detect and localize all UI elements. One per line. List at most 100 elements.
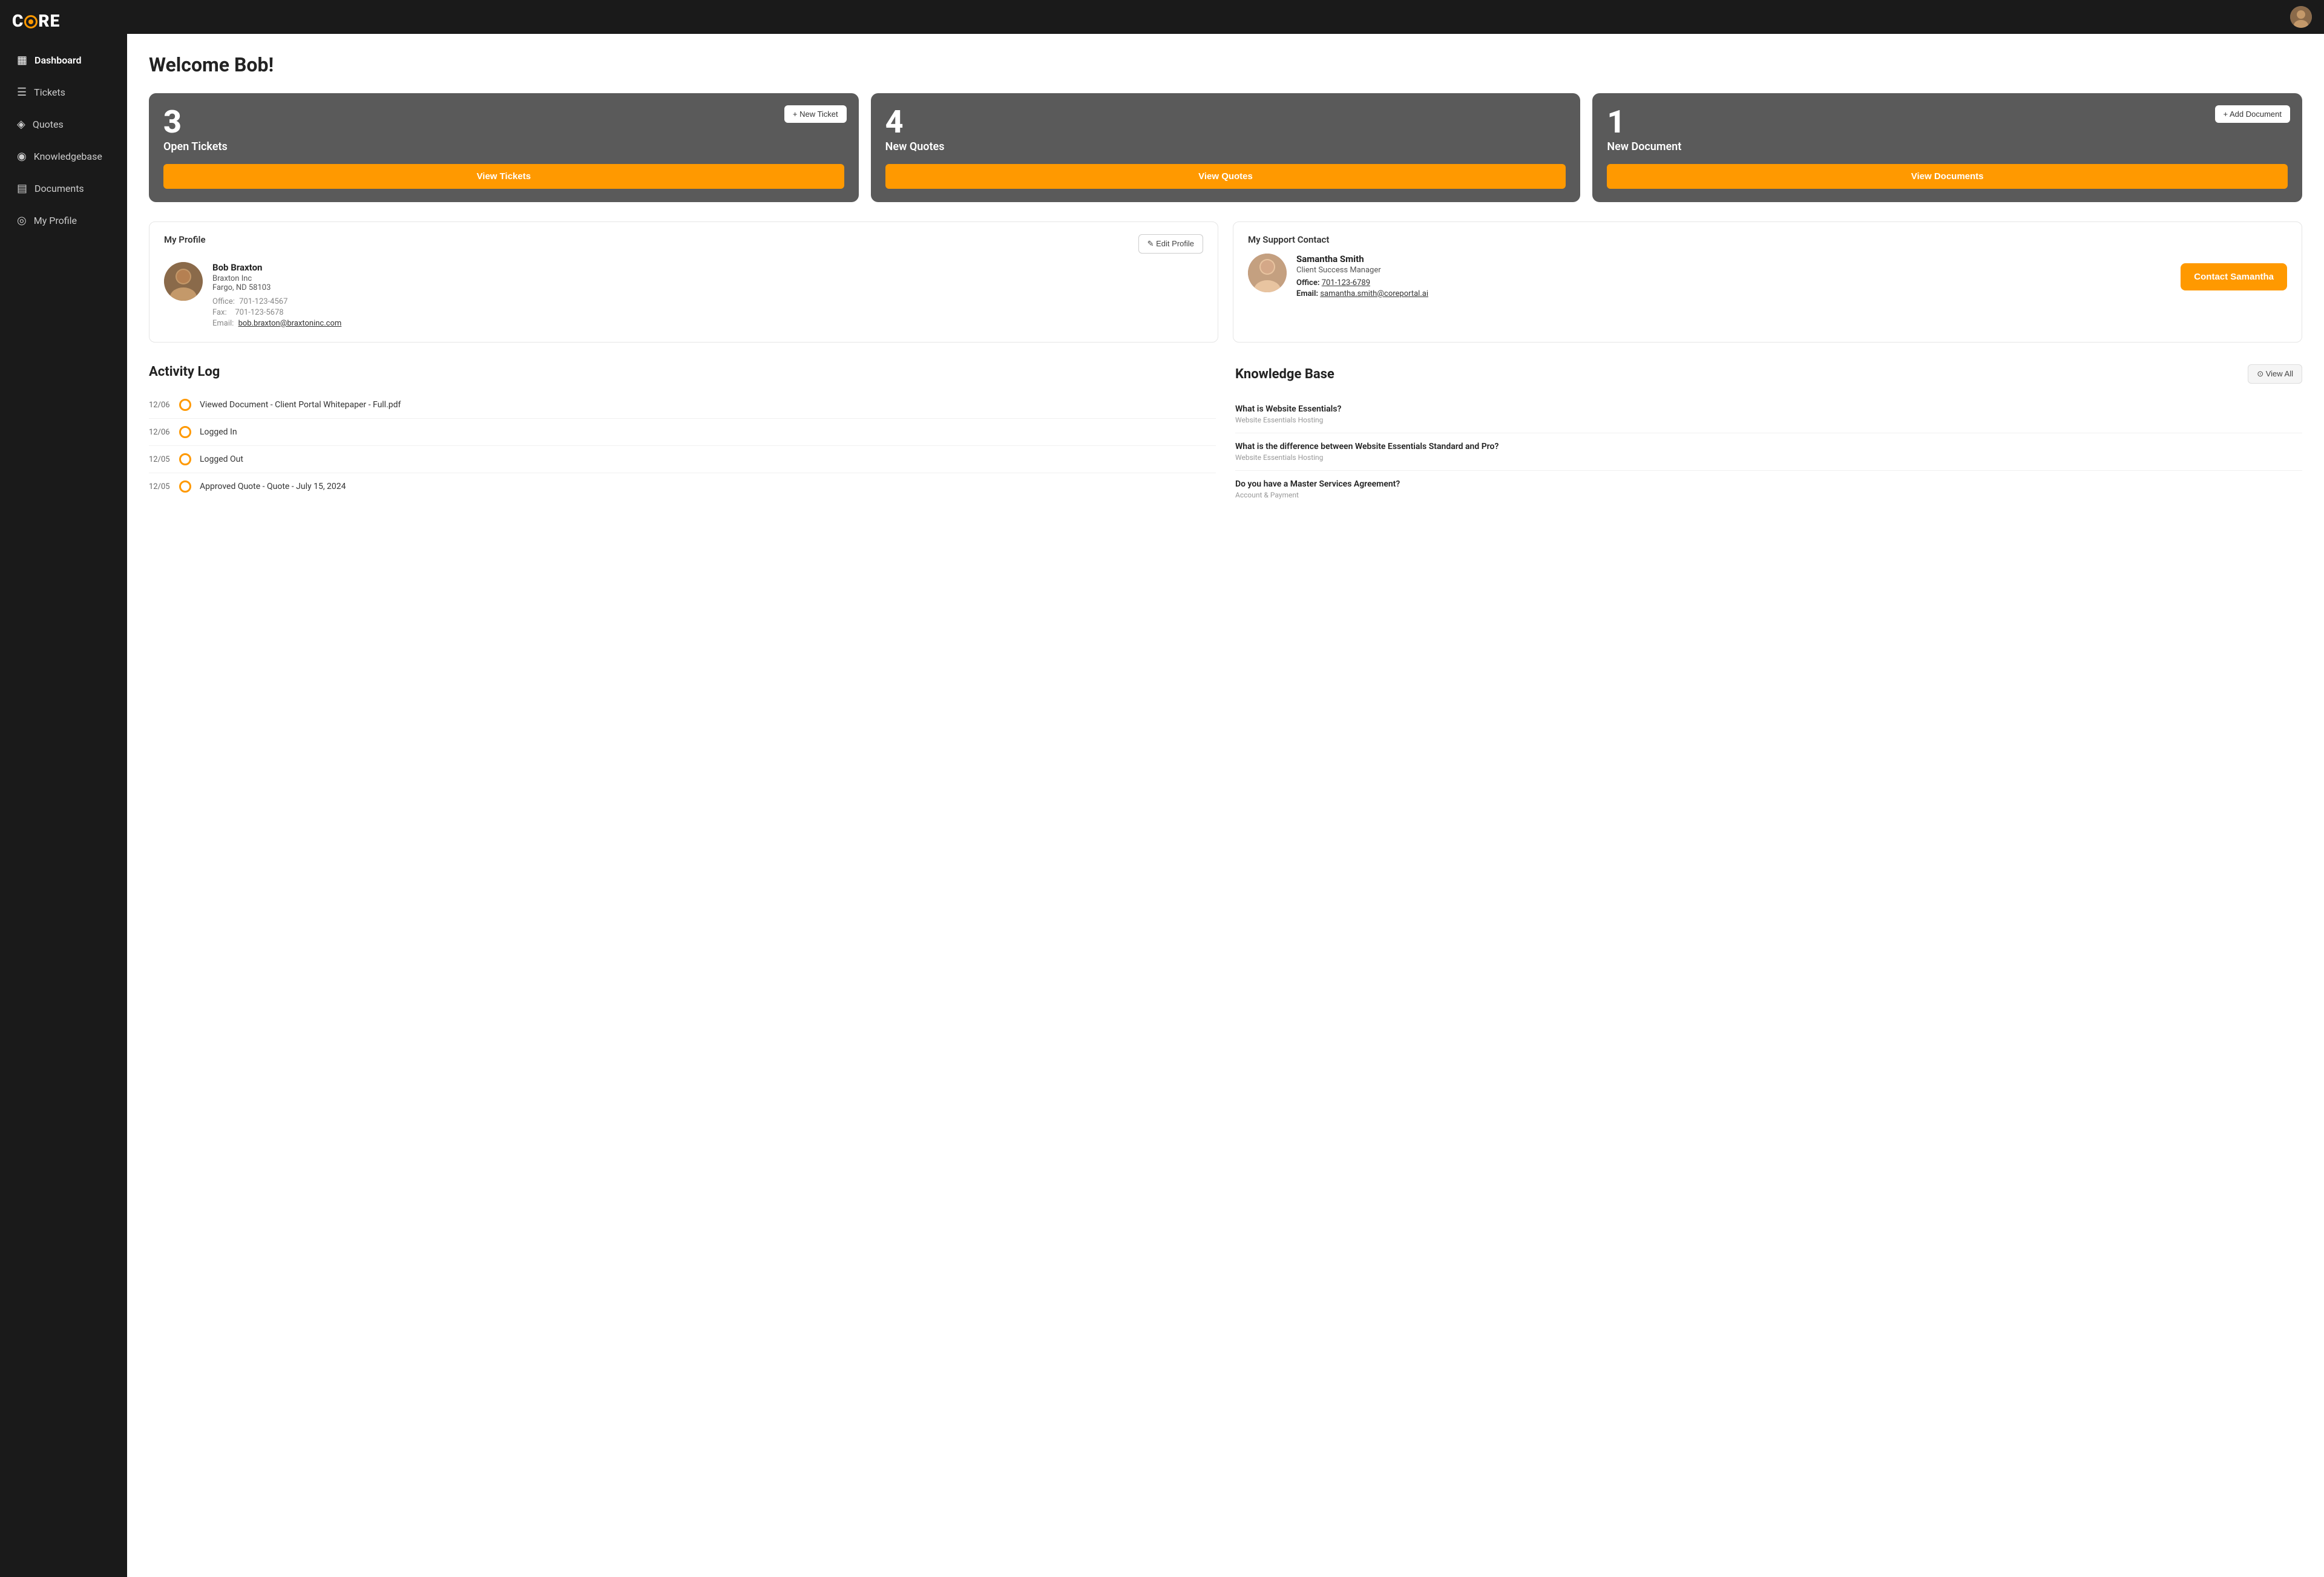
- activity-date-2: 12/06: [149, 428, 171, 437]
- support-left: Samantha Smith Client Success Manager Of…: [1248, 254, 1428, 300]
- tickets-count: 3: [163, 107, 844, 138]
- sidebar-label-knowledgebase: Knowledgebase: [34, 151, 102, 162]
- sidebar-item-quotes[interactable]: ◈ Quotes: [5, 110, 122, 139]
- fax-value: 701-123-5678: [235, 308, 283, 317]
- email-label: Email:: [212, 319, 234, 328]
- profile-name: Bob Braxton: [212, 262, 341, 273]
- activity-item: 12/05 Approved Quote - Quote - July 15, …: [149, 473, 1216, 500]
- logo-ring-icon: [24, 15, 38, 28]
- activity-dot-2: [179, 426, 191, 438]
- profile-company: Braxton Inc: [212, 274, 341, 283]
- support-office-label: Office:: [1296, 278, 1320, 287]
- sidebar-label-tickets: Tickets: [34, 87, 65, 98]
- quotes-card: 4 New Quotes View Quotes: [871, 93, 1581, 202]
- add-document-button[interactable]: + Add Document: [2215, 105, 2290, 123]
- tickets-card: + New Ticket 3 Open Tickets View Tickets: [149, 93, 859, 202]
- activity-text-3: Logged Out: [200, 454, 243, 464]
- contact-samantha-button[interactable]: Contact Samantha: [2181, 263, 2287, 290]
- tickets-label: Open Tickets: [163, 140, 844, 153]
- view-all-kb-button[interactable]: ⊙ View All: [2248, 364, 2302, 384]
- activity-heading: Activity Log: [149, 364, 220, 379]
- support-details: Samantha Smith Client Success Manager Of…: [1296, 254, 1428, 300]
- support-email-label: Email:: [1296, 289, 1318, 298]
- tickets-icon: ☰: [17, 86, 27, 99]
- profile-inner: Bob Braxton Braxton Inc Fargo, ND 58103 …: [164, 262, 1203, 330]
- activity-date-3: 12/05: [149, 455, 171, 464]
- quotes-count: 4: [885, 107, 1566, 138]
- user-avatar[interactable]: [2290, 6, 2312, 28]
- email-link[interactable]: bob.braxton@braxtoninc.com: [238, 319, 342, 328]
- sidebar-item-knowledgebase[interactable]: ◉ Knowledgebase: [5, 142, 122, 171]
- activity-item: 12/06 Logged In: [149, 419, 1216, 446]
- support-email-link[interactable]: samantha.smith@coreportal.ai: [1320, 289, 1428, 298]
- support-office: Office: 701-123-6789: [1296, 278, 1428, 287]
- sidebar: CRE ▦ Dashboard ☰ Tickets ◈ Quotes ◉ Kno…: [0, 0, 127, 1577]
- sidebar-label-dashboard: Dashboard: [34, 54, 81, 66]
- sidebar-item-myprofile[interactable]: ◎ My Profile: [5, 206, 122, 235]
- sidebar-label-myprofile: My Profile: [34, 215, 77, 226]
- activity-section: Activity Log 12/06 Viewed Document - Cli…: [149, 364, 1216, 508]
- sidebar-item-dashboard[interactable]: ▦ Dashboard: [5, 45, 122, 75]
- sidebar-item-tickets[interactable]: ☰ Tickets: [5, 77, 122, 107]
- activity-date-4: 12/05: [149, 482, 171, 491]
- kb-question-1: What is Website Essentials?: [1235, 404, 2302, 414]
- documents-label: New Document: [1607, 140, 2288, 153]
- activity-dot-1: [179, 399, 191, 411]
- profile-section-title: My Profile: [164, 234, 206, 245]
- main-content: Welcome Bob! + New Ticket 3 Open Tickets…: [127, 34, 2324, 1577]
- support-section-title: My Support Contact: [1248, 234, 2287, 245]
- bottom-sections: Activity Log 12/06 Viewed Document - Cli…: [149, 364, 2302, 508]
- sidebar-label-quotes: Quotes: [33, 119, 64, 130]
- profile-location: Fargo, ND 58103: [212, 283, 341, 292]
- kb-list: What is Website Essentials? Website Esse…: [1235, 396, 2302, 508]
- edit-profile-button[interactable]: ✎ Edit Profile: [1138, 234, 1203, 254]
- view-quotes-button[interactable]: View Quotes: [885, 164, 1566, 189]
- activity-text-4: Approved Quote - Quote - July 15, 2024: [200, 482, 346, 491]
- my-profile-card: My Profile ✎ Edit Profile Bob Braxton Br…: [149, 221, 1218, 343]
- documents-card: + Add Document 1 New Document View Docum…: [1592, 93, 2302, 202]
- knowledgebase-icon: ◉: [17, 150, 27, 163]
- summary-cards: + New Ticket 3 Open Tickets View Tickets…: [149, 93, 2302, 202]
- fax-label: Fax:: [212, 308, 227, 317]
- kb-item[interactable]: Do you have a Master Services Agreement?…: [1235, 471, 2302, 508]
- support-contact-card: My Support Contact Samantha Smith Client: [1233, 221, 2302, 343]
- kb-category-2: Website Essentials Hosting: [1235, 453, 2302, 462]
- avatar-svg: [2290, 6, 2312, 28]
- activity-item: 12/06 Viewed Document - Client Portal Wh…: [149, 392, 1216, 419]
- support-name: Samantha Smith: [1296, 254, 1428, 264]
- profile-details: Bob Braxton Braxton Inc Fargo, ND 58103 …: [212, 262, 341, 330]
- avatar-image: [2290, 6, 2312, 28]
- logo: CRE: [0, 0, 127, 44]
- kb-question-2: What is the difference between Website E…: [1235, 442, 2302, 451]
- activity-text-2: Logged In: [200, 427, 237, 437]
- new-ticket-button[interactable]: + New Ticket: [784, 105, 847, 123]
- profile-email: Email: bob.braxton@braxtoninc.com: [212, 319, 341, 328]
- kb-heading: Knowledge Base: [1235, 367, 1334, 382]
- kb-question-3: Do you have a Master Services Agreement?: [1235, 479, 2302, 489]
- dashboard-icon: ▦: [17, 54, 27, 67]
- profile-avatar-svg: [164, 262, 203, 301]
- activity-item: 12/05 Logged Out: [149, 446, 1216, 473]
- activity-text-1: Viewed Document - Client Portal Whitepap…: [200, 400, 401, 410]
- kb-item[interactable]: What is Website Essentials? Website Esse…: [1235, 396, 2302, 433]
- sidebar-label-documents: Documents: [34, 183, 84, 194]
- activity-dot-4: [179, 480, 191, 493]
- view-documents-button[interactable]: View Documents: [1607, 164, 2288, 189]
- sidebar-item-documents[interactable]: ▤ Documents: [5, 174, 122, 203]
- profile-support-section: My Profile ✎ Edit Profile Bob Braxton Br…: [149, 221, 2302, 343]
- support-phone-link[interactable]: 701-123-6789: [1322, 278, 1370, 287]
- documents-icon: ▤: [17, 182, 27, 195]
- quotes-icon: ◈: [17, 118, 25, 131]
- kb-item[interactable]: What is the difference between Website E…: [1235, 433, 2302, 471]
- support-role: Client Success Manager: [1296, 266, 1428, 275]
- profile-avatar: [164, 262, 203, 301]
- topbar: [127, 0, 2324, 34]
- documents-count: 1: [1607, 107, 2288, 138]
- support-email: Email: samantha.smith@coreportal.ai: [1296, 289, 1428, 298]
- kb-section: Knowledge Base ⊙ View All What is Websit…: [1235, 364, 2302, 508]
- activity-list: 12/06 Viewed Document - Client Portal Wh…: [149, 392, 1216, 500]
- activity-date-1: 12/06: [149, 401, 171, 410]
- view-tickets-button[interactable]: View Tickets: [163, 164, 844, 189]
- office-label: Office:: [212, 297, 235, 306]
- office-value: 701-123-4567: [239, 297, 287, 306]
